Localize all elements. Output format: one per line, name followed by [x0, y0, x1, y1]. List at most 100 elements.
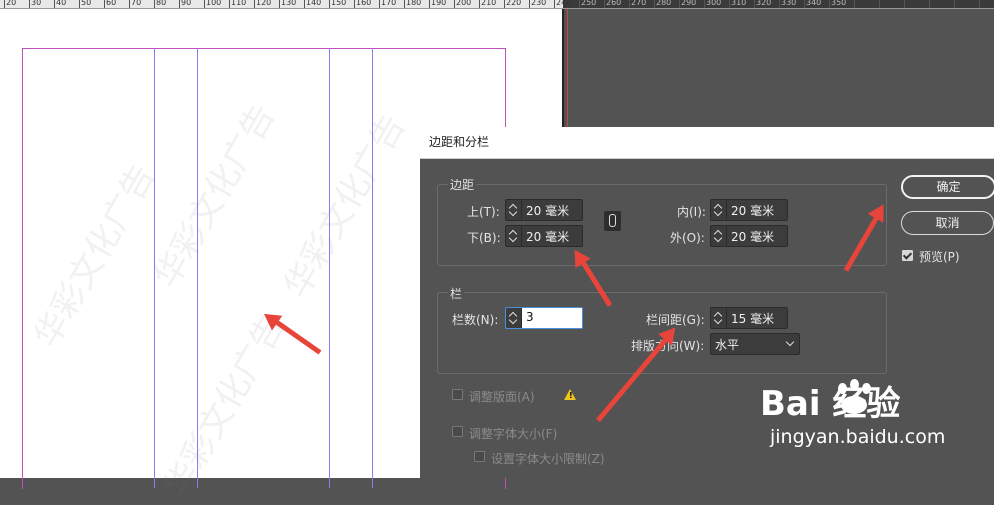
- ruler-tick: [954, 0, 955, 8]
- ruler-number: 270: [631, 0, 647, 7]
- ruler-tick: [404, 0, 405, 8]
- outside-margin-label: 外(O):: [670, 231, 705, 245]
- ruler-number: 100: [206, 0, 222, 7]
- ok-button[interactable]: 确定: [901, 175, 994, 199]
- ruler-tick: [754, 0, 755, 8]
- adjust-layout-checkbox[interactable]: [452, 389, 463, 400]
- gutter-value: 15 毫米: [731, 312, 775, 326]
- ruler-tick: [479, 0, 480, 8]
- font-size-limit-checkbox[interactable]: [474, 451, 485, 462]
- ruler-tick: [254, 0, 255, 8]
- stepper-icon[interactable]: [711, 200, 727, 220]
- ruler-number: 310: [731, 0, 747, 7]
- ruler-tick: [729, 0, 730, 8]
- ruler-number: 210: [481, 0, 497, 7]
- ruler-number: 230: [531, 0, 547, 7]
- top-margin-field[interactable]: 20 毫米: [505, 199, 583, 221]
- ruler-number: 110: [231, 0, 247, 7]
- ruler-number: 80: [156, 0, 167, 7]
- ruler-number: 290: [681, 0, 697, 7]
- ruler-number: 180: [406, 0, 422, 7]
- ruler-number: 220: [506, 0, 522, 7]
- ruler-number: 340: [806, 0, 822, 7]
- stepper-icon[interactable]: [711, 308, 727, 328]
- ruler-number: 130: [281, 0, 297, 7]
- top-margin-value: 20 毫米: [526, 204, 570, 218]
- cancel-button[interactable]: 取消: [901, 211, 994, 235]
- ruler-number: 250: [581, 0, 597, 7]
- stepper-icon[interactable]: [506, 200, 522, 220]
- outside-margin-field[interactable]: 20 毫米: [710, 225, 788, 247]
- ruler-number: 300: [706, 0, 722, 7]
- chain-link-icon[interactable]: [604, 211, 621, 231]
- paw-icon: [841, 396, 867, 414]
- ruler-tick: [104, 0, 105, 8]
- baidu-logo-text: Bai 经验: [760, 384, 901, 424]
- ruler-number: 170: [381, 0, 397, 7]
- ruler-number: 240: [556, 0, 572, 7]
- ruler-tick: [979, 0, 980, 8]
- adjust-font-size-label: 调整字体大小(F): [469, 427, 558, 441]
- margins-group-label: 边距: [448, 176, 477, 193]
- ruler-tick: [54, 0, 55, 8]
- ruler-tick: [604, 0, 605, 8]
- ruler-tick: [354, 0, 355, 8]
- ruler-tick: [329, 0, 330, 8]
- adjust-layout-label: 调整版面(A): [469, 390, 535, 404]
- column-count-value: 3: [526, 310, 534, 324]
- font-size-limit-label: 设置字体大小限制(Z): [491, 452, 605, 466]
- ruler-tick: [129, 0, 130, 8]
- horizontal-ruler[interactable]: 20 30 40 50 60 70 80 90 100 110 120 130 140 150 160 170…: [0, 0, 994, 9]
- ruler-tick: [779, 0, 780, 8]
- ruler-number: 330: [781, 0, 797, 7]
- ruler-number: 120: [256, 0, 272, 7]
- ruler-tick: [504, 0, 505, 8]
- bottom-margin-label: 下(B):: [467, 231, 501, 245]
- baidu-url-text: jingyan.baidu.com: [770, 426, 946, 448]
- ruler-number: 150: [331, 0, 347, 7]
- ruler-number: 320: [756, 0, 772, 7]
- paw-icon: [838, 383, 847, 394]
- bottom-margin-value: 20 毫米: [526, 230, 570, 244]
- writing-direction-select[interactable]: 水平: [710, 333, 800, 355]
- preview-checkbox[interactable]: [902, 250, 913, 261]
- ruler-tick: [879, 0, 880, 8]
- ruler-tick: [679, 0, 680, 8]
- ruler-number: 70: [131, 0, 142, 7]
- ruler-number: 30: [31, 0, 42, 7]
- ruler-tick: [304, 0, 305, 8]
- ruler-tick: [579, 0, 580, 8]
- gutter-label: 栏间距(G):: [646, 313, 705, 327]
- adjust-font-size-checkbox[interactable]: [452, 426, 463, 437]
- ruler-tick: [854, 0, 855, 8]
- chevron-down-icon: [785, 337, 795, 347]
- ruler-tick: [29, 0, 30, 8]
- ruler-tick: [904, 0, 905, 8]
- column-count-label: 栏数(N):: [452, 313, 499, 327]
- gutter-field[interactable]: 15 毫米: [710, 307, 788, 329]
- stepper-icon[interactable]: [506, 308, 522, 328]
- ruler-tick: [229, 0, 230, 8]
- stepper-icon[interactable]: [711, 226, 727, 246]
- ruler-tick: [804, 0, 805, 8]
- paw-icon: [862, 383, 871, 394]
- outside-margin-value: 20 毫米: [731, 230, 775, 244]
- ruler-tick: [179, 0, 180, 8]
- ruler-tick: [529, 0, 530, 8]
- paw-icon: [850, 379, 859, 390]
- ruler-tick: [829, 0, 830, 8]
- dialog-title[interactable]: 边距和分栏: [420, 127, 994, 159]
- columns-group-label: 栏: [448, 285, 465, 302]
- ruler-number: 140: [306, 0, 322, 7]
- ruler-number: 190: [431, 0, 447, 7]
- ruler-tick: [154, 0, 155, 8]
- ruler-number: 90: [181, 0, 192, 7]
- inside-margin-field[interactable]: 20 毫米: [710, 199, 788, 221]
- ruler-number: 40: [56, 0, 67, 7]
- ruler-tick: [704, 0, 705, 8]
- bottom-margin-field[interactable]: 20 毫米: [505, 225, 583, 247]
- ruler-tick: [629, 0, 630, 8]
- ruler-tick: [929, 0, 930, 8]
- column-count-field[interactable]: 3: [505, 307, 583, 329]
- stepper-icon[interactable]: [506, 226, 522, 246]
